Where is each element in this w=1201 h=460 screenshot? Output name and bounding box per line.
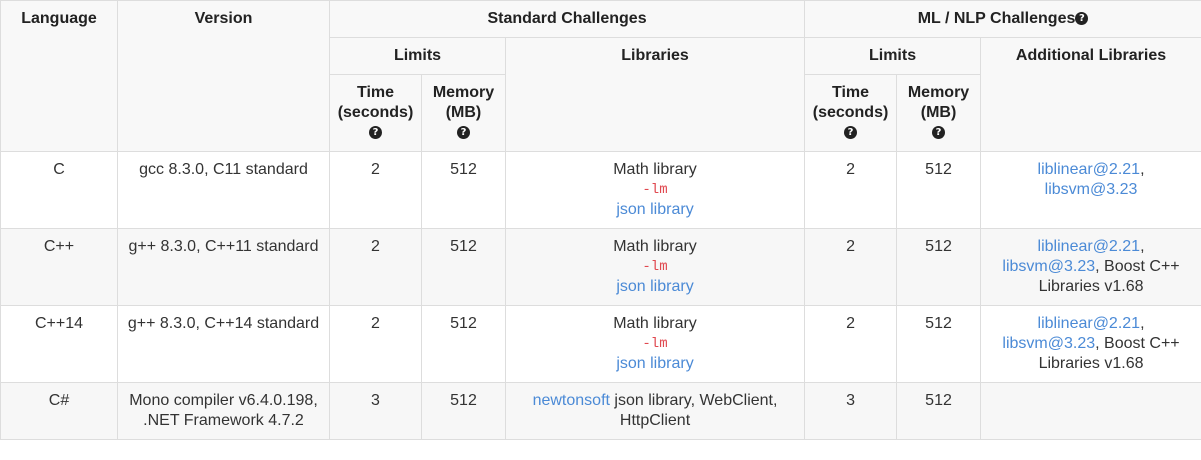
- cell-std-time: 2: [329, 228, 422, 306]
- libraries-text: json library, WebClient, HttpClient: [609, 392, 778, 429]
- header-standard-challenges: Standard Challenges: [328, 0, 806, 38]
- cell-std-memory: 512: [421, 151, 506, 229]
- header-language: Language: [0, 0, 118, 152]
- separator-text: ,: [1140, 238, 1145, 255]
- libsvm-link[interactable]: libsvm@3.23: [1045, 181, 1138, 198]
- header-std-libraries: Libraries: [504, 37, 806, 152]
- cell-version: Mono compiler v6.4.0.198, .NET Framework…: [117, 382, 330, 440]
- header-ml-limits: Limits: [804, 37, 982, 75]
- cell-std-libraries: newtonsoft json library, WebClient, Http…: [504, 382, 806, 440]
- help-icon[interactable]: ?: [369, 126, 382, 140]
- header-std-time: Time (seconds)?: [329, 74, 422, 152]
- help-icon[interactable]: ?: [1075, 12, 1089, 26]
- lm-flag: -lm: [642, 259, 668, 275]
- cell-language: C: [0, 151, 118, 229]
- cell-additional-libraries: liblinear@2.21, libsvm@3.23: [980, 151, 1201, 229]
- math-library-label: Math library: [613, 238, 697, 255]
- header-std-memory: Memory (MB)?: [421, 74, 506, 152]
- cell-ml-time: 2: [804, 305, 898, 383]
- table-row: C# Mono compiler v6.4.0.198, .NET Framew…: [0, 382, 1201, 440]
- table-row: C gcc 8.3.0, C11 standard 2 512 Math lib…: [0, 151, 1201, 229]
- cell-std-memory: 512: [421, 228, 506, 306]
- header-std-limits: Limits: [329, 37, 506, 75]
- cell-std-time: 2: [329, 305, 422, 383]
- newtonsoft-link[interactable]: newtonsoft: [533, 392, 610, 409]
- cell-std-time: 3: [329, 382, 422, 440]
- cell-ml-memory: 512: [896, 382, 982, 440]
- header-version: Version: [117, 0, 330, 152]
- cell-std-libraries: Math library -lm json library: [504, 151, 806, 229]
- header-row-1: Language Version Standard Challenges ML …: [0, 0, 1201, 152]
- cell-version: g++ 8.3.0, C++11 standard: [117, 228, 330, 306]
- header-ml-challenges: ML / NLP Challenges?: [804, 0, 1201, 38]
- cell-additional-libraries: liblinear@2.21, libsvm@3.23, Boost C++ Li…: [980, 305, 1201, 383]
- cell-language: C++14: [0, 305, 118, 383]
- lm-flag: -lm: [642, 182, 668, 198]
- header-ml-memory-label: Memory (MB): [907, 84, 970, 121]
- cell-std-libraries: Math library -lm json library: [504, 305, 806, 383]
- cell-ml-time: 3: [804, 382, 898, 440]
- math-library-label: Math library: [613, 161, 697, 178]
- liblinear-link[interactable]: liblinear@2.21: [1038, 238, 1141, 255]
- cell-additional-libraries: [980, 382, 1201, 440]
- cell-language: C#: [0, 382, 118, 440]
- header-ml-time-label: Time (seconds): [812, 84, 889, 121]
- cell-std-memory: 512: [421, 382, 506, 440]
- separator-text: ,: [1140, 161, 1145, 178]
- header-ml-label: ML / NLP Challenges: [917, 10, 1076, 27]
- help-icon[interactable]: ?: [932, 126, 946, 140]
- header-ml-time: Time (seconds)?: [804, 74, 898, 152]
- math-library-label: Math library: [613, 315, 697, 332]
- lm-flag: -lm: [642, 336, 668, 352]
- table-row: C++ g++ 8.3.0, C++11 standard 2 512 Math…: [0, 228, 1201, 306]
- cell-ml-memory: 512: [896, 228, 982, 306]
- cell-std-memory: 512: [421, 305, 506, 383]
- cell-ml-memory: 512: [896, 305, 982, 383]
- cell-additional-libraries: liblinear@2.21, libsvm@3.23, Boost C++ Li…: [980, 228, 1201, 306]
- cell-version: gcc 8.3.0, C11 standard: [117, 151, 330, 229]
- header-ml-memory: Memory (MB)?: [896, 74, 982, 152]
- libsvm-link[interactable]: libsvm@3.23: [1002, 335, 1095, 352]
- cell-std-time: 2: [329, 151, 422, 229]
- separator-text: ,: [1140, 315, 1145, 332]
- header-std-time-label: Time (seconds): [337, 84, 414, 121]
- cell-ml-memory: 512: [896, 151, 982, 229]
- liblinear-link[interactable]: liblinear@2.21: [1038, 315, 1141, 332]
- cell-language: C++: [0, 228, 118, 306]
- cell-ml-time: 2: [804, 151, 898, 229]
- header-additional-libraries: Additional Libraries: [980, 37, 1201, 152]
- json-library-link[interactable]: json library: [512, 354, 798, 374]
- help-icon[interactable]: ?: [844, 126, 858, 140]
- json-library-link[interactable]: json library: [512, 277, 798, 297]
- libsvm-link[interactable]: libsvm@3.23: [1002, 258, 1095, 275]
- help-icon[interactable]: ?: [457, 126, 470, 140]
- table-row: C++14 g++ 8.3.0, C++14 standard 2 512 Ma…: [0, 305, 1201, 383]
- header-std-memory-label: Memory (MB): [432, 84, 495, 121]
- language-support-table: Language Version Standard Challenges ML …: [0, 0, 1201, 440]
- cell-version: g++ 8.3.0, C++14 standard: [117, 305, 330, 383]
- json-library-link[interactable]: json library: [512, 200, 798, 220]
- liblinear-link[interactable]: liblinear@2.21: [1038, 161, 1141, 178]
- cell-std-libraries: Math library -lm json library: [504, 228, 806, 306]
- cell-ml-time: 2: [804, 228, 898, 306]
